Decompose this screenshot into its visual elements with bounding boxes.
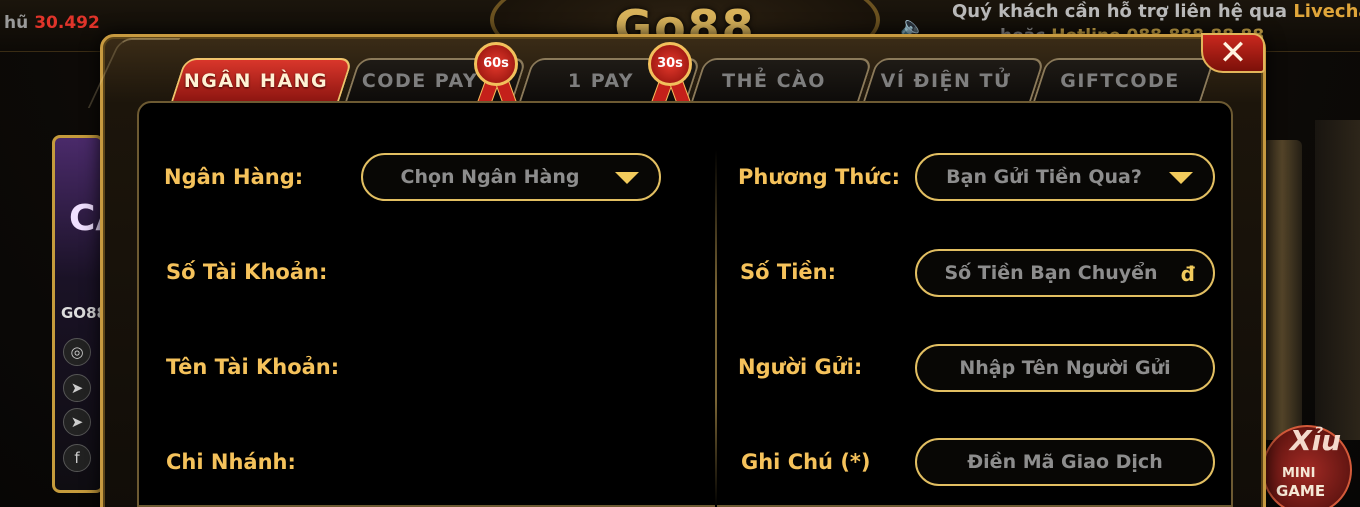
jackpot-balance: hũ 30.492 [4, 13, 100, 33]
branch-label: Chi Nhánh: [166, 450, 296, 474]
side-artwork [1315, 120, 1360, 440]
bank-label: Ngân Hàng: [164, 165, 304, 189]
promo-title: CA [69, 198, 101, 239]
column-divider [715, 150, 717, 507]
facebook-icon[interactable]: f [63, 444, 91, 472]
promo-card[interactable]: CA GO88 ◎ ➤ ➤ f [52, 135, 104, 493]
jackpot-balance-value: 30.492 [34, 13, 100, 33]
sender-label: Người Gửi: [738, 355, 863, 379]
timer-badge-text: 60s [474, 42, 518, 86]
account-name-label: Tên Tài Khoản: [166, 355, 340, 379]
livechat-link[interactable]: Livechat [1293, 1, 1360, 22]
game-screen: hũ 30.492 Go88 🔈 Quý khách cần hỗ trợ liê… [0, 0, 1360, 507]
currency-unit: đ [1180, 262, 1195, 286]
method-select-placeholder: Bạn Gửi Tiền Qua? [946, 166, 1142, 188]
globe-icon[interactable]: ◎ [63, 338, 91, 366]
bank-select-placeholder: Chọn Ngân Hàng [400, 166, 580, 188]
tab-the-cao[interactable] [690, 58, 874, 102]
telegram-icon[interactable]: ➤ [63, 374, 91, 402]
amount-placeholder: Số Tiền Bạn Chuyển [944, 262, 1158, 284]
method-select[interactable]: Bạn Gửi Tiền Qua? [915, 153, 1215, 201]
support-text: Quý khách cần hỗ trợ liên hệ qua [952, 1, 1288, 22]
jackpot-balance-label: hũ [4, 13, 29, 33]
tab-giftcode[interactable] [1032, 58, 1216, 102]
chevron-down-icon [615, 172, 639, 184]
amount-input[interactable]: Số Tiền Bạn Chuyển đ [915, 249, 1215, 297]
close-icon: ✕ [1218, 33, 1248, 73]
note-label: Ghi Chú (*) [741, 450, 871, 474]
sender-input[interactable]: Nhập Tên Người Gửi [915, 344, 1215, 392]
note-placeholder: Điền Mã Giao Dịch [967, 451, 1163, 473]
bank-select[interactable]: Chọn Ngân Hàng [361, 153, 661, 201]
account-number-label: Số Tài Khoản: [166, 260, 328, 284]
promo-id: GO88 [61, 304, 104, 322]
tab-ngan-hang[interactable] [170, 58, 354, 102]
chevron-down-icon [1169, 172, 1193, 184]
minigame-label-line1: MINI [1282, 466, 1316, 481]
tab-vi-dien-tu[interactable] [862, 58, 1046, 102]
close-button[interactable]: ✕ [1201, 33, 1265, 73]
minigame-label-line2: GAME [1276, 482, 1326, 500]
side-artwork [1262, 140, 1302, 440]
minigame-xiu-label: Xỉu [1290, 424, 1342, 457]
telegram-icon[interactable]: ➤ [63, 408, 91, 436]
method-label: Phương Thức: [738, 165, 901, 189]
note-input[interactable]: Điền Mã Giao Dịch [915, 438, 1215, 486]
support-notice: Quý khách cần hỗ trợ liên hệ qua Livecha… [952, 1, 1360, 22]
amount-label: Số Tiền: [740, 260, 836, 284]
sender-placeholder: Nhập Tên Người Gửi [959, 357, 1171, 379]
timer-badge-text: 30s [648, 42, 692, 86]
